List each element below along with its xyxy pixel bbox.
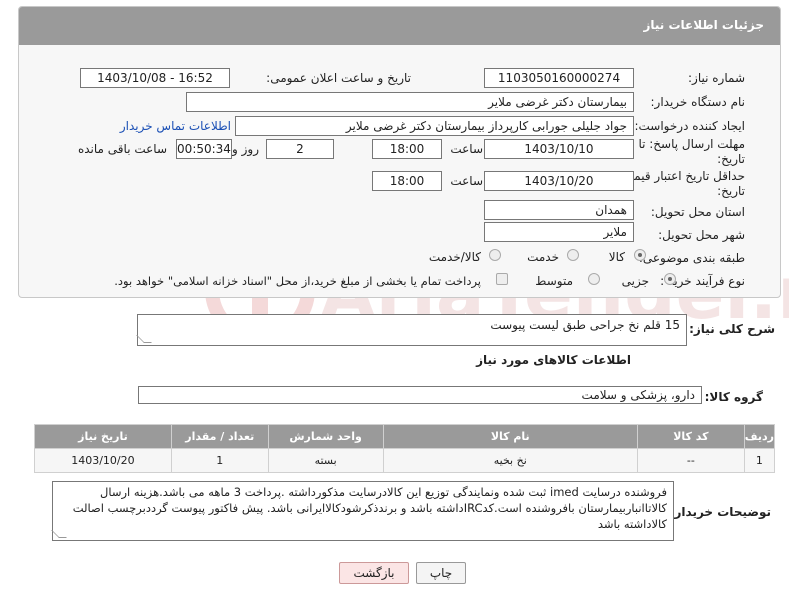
need-number-field[interactable]: 1103050160000274 [484,68,634,88]
validity-time-field[interactable]: 18:00 [372,171,442,191]
description-text: 15 قلم نخ جراحی طبق لیست پیوست [490,318,680,332]
validity-date-field[interactable]: 1403/10/20 [484,171,634,191]
buyer-notes-textarea[interactable]: فروشنده درسایت imed ثبت شده ونمایندگی تو… [51,481,674,541]
cell-goods-code: -- [636,448,745,473]
category-label: طبقه بندی موضوعی: [638,251,745,265]
days-label: روز و [232,142,259,156]
cell-quantity: 1 [170,448,269,473]
description-label: شرح کلی نیاز: [689,322,775,336]
deadline-label-date: تاریخ: [717,152,745,166]
goods-group-label: گروه کالا: [704,390,763,404]
resize-handle[interactable] [51,530,67,538]
col-goods-code: کد کالا [636,424,745,449]
goods-table: ردیف کد کالا نام کالا واحد شمارش تعداد /… [34,424,776,473]
cell-goods-name: نخ بخیه [382,448,638,473]
province-field[interactable]: همدان [484,200,634,220]
goods-info-title: اطلاعات کالاهای مورد نیاز [476,353,631,367]
province-label: استان محل تحویل: [650,205,745,219]
announce-label: تاریخ و ساعت اعلان عمومی: [266,71,411,85]
description-textarea[interactable]: 15 قلم نخ جراحی طبق لیست پیوست [136,314,687,346]
col-row-number: ردیف [743,424,776,449]
resize-handle[interactable] [136,335,152,343]
city-label: شهر محل تحویل: [658,228,745,242]
treasury-payment-checkbox[interactable] [496,273,508,285]
purchase-option-minor: جزیی [621,274,649,288]
buyer-org-label: نام دستگاه خریدار: [650,95,746,109]
buyer-notes-label: توضیحات خریدار: [669,505,771,519]
deadline-time-field[interactable]: 18:00 [372,139,442,159]
col-need-date: تاریخ نیاز [34,424,172,449]
remaining-time-field[interactable]: 00:50:34 [176,139,232,159]
category-option-goods-service: کالا/خدمت [428,250,481,264]
col-unit: واحد شمارش [267,424,384,449]
table-header-row: ردیف کد کالا نام کالا واحد شمارش تعداد /… [34,424,776,449]
treasury-payment-note: پرداخت تمام یا بخشی از مبلغ خرید،از محل … [114,274,481,288]
deadline-label: مهلت ارسال پاسخ: تا [638,137,745,151]
category-radio-service[interactable] [567,249,579,261]
city-field[interactable]: ملایر [484,222,634,242]
creator-label: ایجاد کننده درخواست: [634,119,745,133]
days-field[interactable]: 2 [266,139,334,159]
deadline-time-label: ساعت [450,142,483,156]
category-option-goods: کالا [608,250,625,264]
goods-group-field[interactable]: دارو، پزشکی و سلامت [138,386,702,404]
need-number-label: شماره نیاز: [688,71,745,85]
deadline-date-field[interactable]: 1403/10/10 [484,139,634,159]
creator-field[interactable]: جواد جلیلی جورابی کارپرداز بیمارستان دکت… [235,116,634,136]
validity-label-date: تاریخ: [717,184,745,198]
panel-header: جزئیات اطلاعات نیاز [19,7,780,45]
print-button[interactable]: چاپ [416,562,466,584]
cell-unit: بسته [267,448,384,473]
buyer-org-field[interactable]: بیمارستان دکتر غرضی ملایر [186,92,634,112]
category-radio-goods-service[interactable] [489,249,501,261]
announce-datetime-field[interactable]: 1403/10/08 - 16:52 [80,68,230,88]
cell-row-number: 1 [743,448,776,473]
validity-time-label: ساعت [450,174,483,188]
back-button[interactable]: بازگشت [339,562,409,584]
purchase-radio-minor[interactable] [664,273,676,285]
panel-title: جزئیات اطلاعات نیاز [643,18,764,32]
buyer-notes-text: فروشنده درسایت imed ثبت شده ونمایندگی تو… [72,485,667,531]
purchase-option-medium: متوسط [535,274,573,288]
col-goods-name: نام کالا [382,424,638,449]
contact-buyer-link[interactable]: اطلاعات تماس خریدار [120,119,231,133]
purchase-radio-medium[interactable] [588,273,600,285]
table-row[interactable]: 1 -- نخ بخیه بسته 1 1403/10/20 [34,448,776,473]
category-option-service: خدمت [527,250,559,264]
remaining-label: ساعت باقی مانده [77,142,167,156]
category-radio-goods[interactable] [634,249,646,261]
col-quantity: تعداد / مقدار [170,424,269,449]
cell-need-date: 1403/10/20 [34,448,172,473]
